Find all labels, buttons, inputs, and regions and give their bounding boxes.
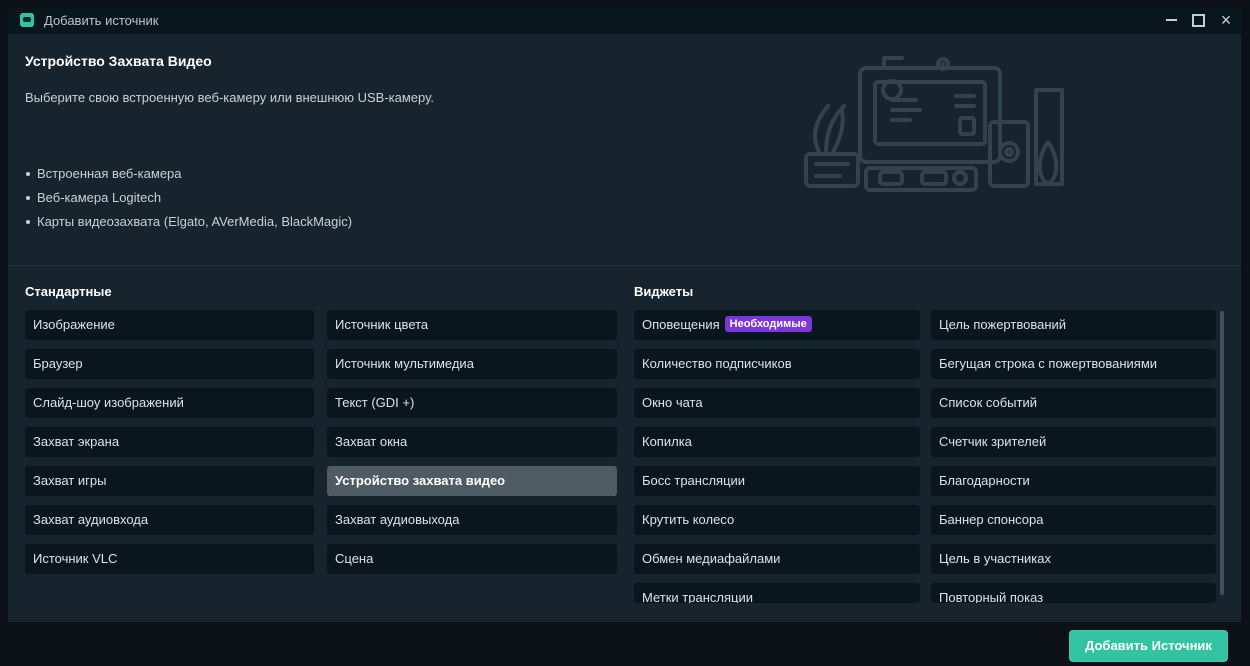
widget-item-viewer-count[interactable]: Счетчик зрителей [931,427,1216,457]
source-item-video-capture-device[interactable]: Устройство захвата видео [327,466,617,496]
feature-item: Веб-камера Logitech [25,186,352,210]
source-item-browser[interactable]: Браузер [25,349,314,379]
source-description: Выберите свою встроенную веб-камеру или … [25,90,434,105]
title-bar[interactable]: Добавить источник × [8,8,1241,34]
widget-item-event-list[interactable]: Список событий [931,388,1216,418]
widget-item-follower-count[interactable]: Количество подписчиков [634,349,920,379]
feature-item: Карты видеозахвата (Elgato, AVerMedia, B… [25,210,352,234]
widgets-section-title: Виджеты [634,284,694,299]
widget-item-instant-replay[interactable]: Повторный показ [931,583,1216,603]
widget-item-stream-labels[interactable]: Метки трансляции [634,583,920,603]
source-item-audio-output-capture[interactable]: Захват аудиовыхода [327,505,617,535]
widgets-scrollbar[interactable] [1220,311,1224,595]
source-item-window-capture[interactable]: Захват окна [327,427,617,457]
widget-item-tip-jar[interactable]: Копилка [634,427,920,457]
minimize-button[interactable] [1159,9,1183,31]
streamlabs-app-icon [20,13,34,27]
feature-item: Встроенная веб-камера [25,162,352,186]
window-title: Добавить источник [44,13,159,28]
capture-device-illustration [804,56,1064,192]
close-button[interactable]: × [1214,9,1238,31]
source-item-scene[interactable]: Сцена [327,544,617,574]
section-divider [8,265,1241,266]
widget-item-donation-goal[interactable]: Цель пожертвований [931,310,1216,340]
widget-item-media-share[interactable]: Обмен медиафайлами [634,544,920,574]
source-item-color-source[interactable]: Источник цвета [327,310,617,340]
source-title: Устройство Захвата Видео [25,53,212,69]
standard-section-title: Стандартные [25,284,112,299]
source-item-text-gdi[interactable]: Текст (GDI +) [327,388,617,418]
widget-item-sponsor-banner[interactable]: Баннер спонсора [931,505,1216,535]
essential-badge: Необходимые [724,316,812,332]
widget-item-chat-box[interactable]: Окно чата [634,388,920,418]
source-item-audio-input-capture[interactable]: Захват аудиовхода [25,505,314,535]
source-item-image-slideshow[interactable]: Слайд-шоу изображений [25,388,314,418]
source-item-screen-capture[interactable]: Захват экрана [25,427,314,457]
maximize-button[interactable] [1186,9,1210,31]
widget-item-spin-wheel[interactable]: Крутить колесо [634,505,920,535]
widget-item-subscriber-goal[interactable]: Цель в участниках [931,544,1216,574]
widget-item-alerts[interactable]: Оповещения Необходимые [634,310,920,340]
add-source-button[interactable]: Добавить Источник [1069,630,1228,662]
source-item-game-capture[interactable]: Захват игры [25,466,314,496]
widget-item-donation-ticker[interactable]: Бегущая строка с пожертвованиями [931,349,1216,379]
dialog-footer [8,622,1241,664]
widget-item-credits[interactable]: Благодарности [931,466,1216,496]
widget-item-label: Оповещения [642,317,720,332]
source-item-vlc-source[interactable]: Источник VLC [25,544,314,574]
source-item-media-source[interactable]: Источник мультимедиа [327,349,617,379]
source-item-image[interactable]: Изображение [25,310,314,340]
add-source-dialog: Добавить источник × Устройство Захвата В… [8,8,1241,664]
feature-list: Встроенная веб-камера Веб-камера Logitec… [25,162,352,234]
widget-item-stream-boss[interactable]: Босс трансляции [634,466,920,496]
source-details-panel: Устройство Захвата Видео Выберите свою в… [8,34,1241,265]
